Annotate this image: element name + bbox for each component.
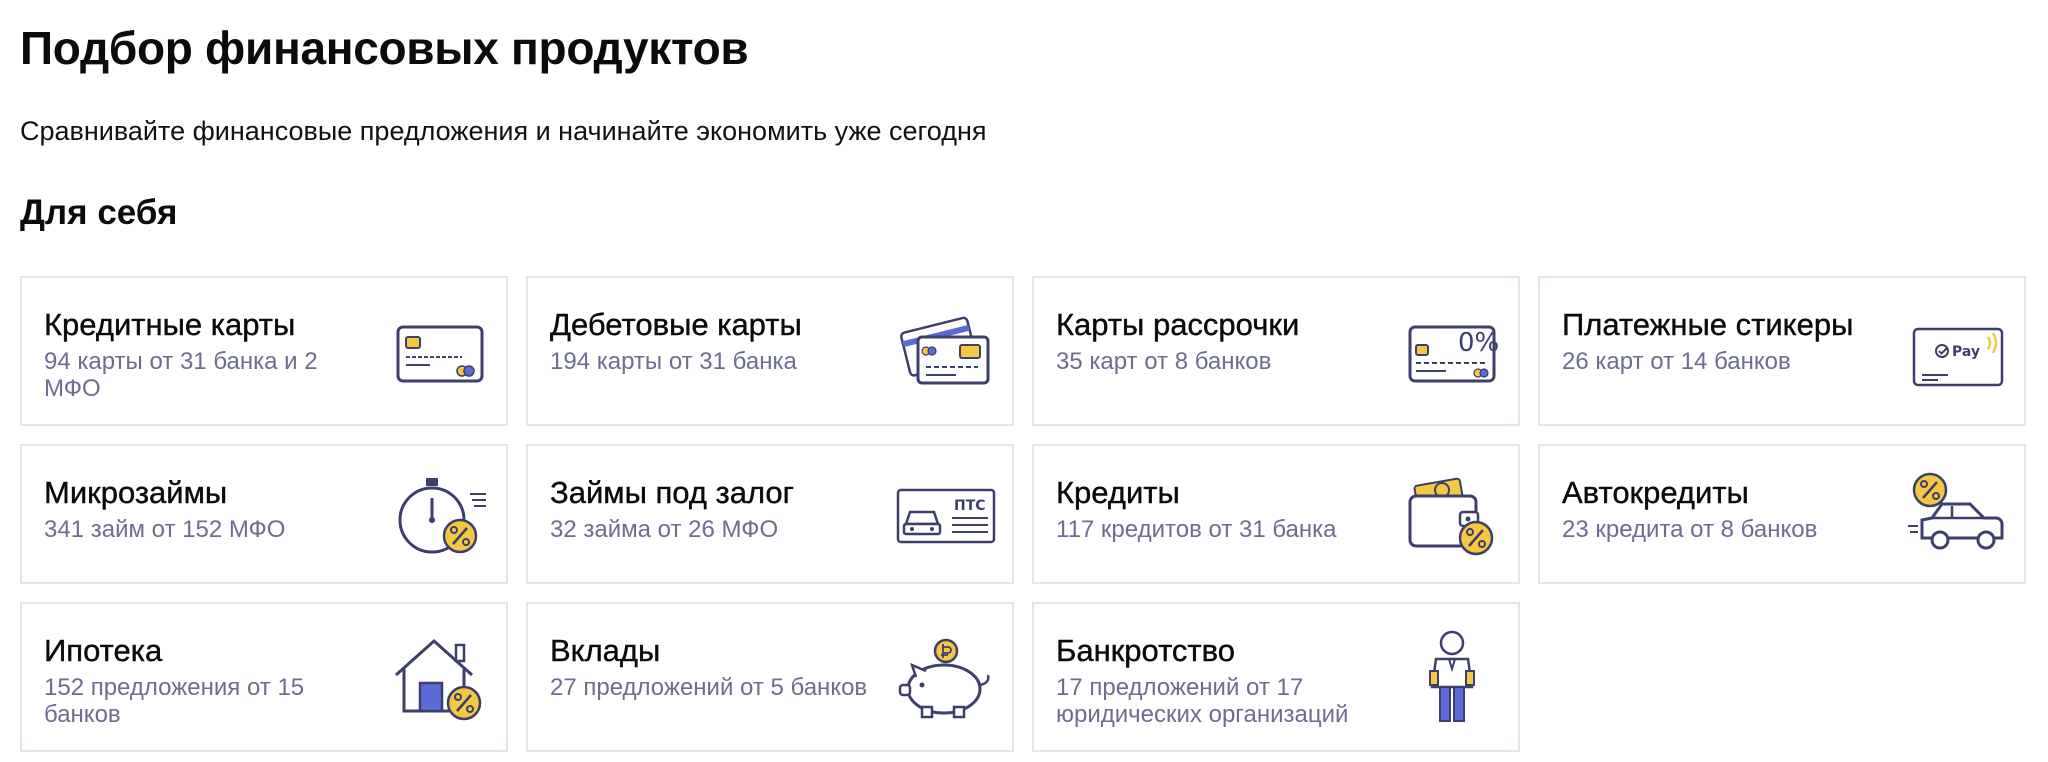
card-title: Займы под залог	[550, 475, 794, 510]
card-payment-stickers[interactable]: Платежные стикеры 26 карт от 14 банков P…	[1538, 276, 2026, 426]
card-description: 32 займа от 26 МФО	[550, 516, 779, 543]
card-title: Ипотека	[44, 633, 163, 668]
card-title: Дебетовые карты	[550, 307, 802, 342]
card-description: 27 предложений от 5 банков	[550, 674, 868, 701]
card-microloans[interactable]: Микрозаймы 341 займ от 152 МФО	[20, 444, 508, 584]
card-description: 35 карт от 8 банков	[1056, 348, 1272, 375]
card-title: Платежные стикеры	[1562, 307, 1854, 342]
card-title: Кредиты	[1056, 475, 1180, 510]
card-credit-cards[interactable]: Кредитные карты 94 карты от 31 банка и 2…	[20, 276, 508, 426]
card-title: Микрозаймы	[44, 475, 228, 510]
card-description: 152 предложения от 15 банков	[44, 674, 305, 728]
card-credits[interactable]: Кредиты 117 кредитов от 31 банка	[1032, 444, 1520, 584]
card-bankruptcy[interactable]: Банкротство 17 предложений от 17 юридиче…	[1032, 602, 1520, 752]
card-mortgage[interactable]: Ипотека 152 предложения от 15 банков	[20, 602, 508, 752]
card-description: 26 карт от 14 банков	[1562, 348, 1791, 375]
card-debit-cards[interactable]: Дебетовые карты 194 карты от 31 банка	[526, 276, 1014, 426]
stopwatch-percent-icon	[390, 464, 490, 564]
section-title: Для себя	[20, 193, 178, 232]
card-description: 194 карты от 31 банка	[550, 348, 797, 375]
card-title: Вклады	[550, 633, 661, 668]
installment-zero-percent: 0%	[1458, 328, 1499, 358]
house-percent-icon	[390, 627, 490, 727]
card-title: Карты рассрочки	[1056, 307, 1300, 342]
bankrupt-person-icon	[1402, 627, 1502, 727]
card-description: 341 займ от 152 МФО	[44, 516, 286, 543]
card-secured-loans[interactable]: Займы под залог 32 займа от 26 МФО ПТС	[526, 444, 1014, 584]
pts-label: ПТС	[954, 498, 986, 514]
card-description: 17 предложений от 17 юридических организ…	[1056, 674, 1349, 728]
card-installment-cards[interactable]: Карты рассрочки 35 карт от 8 банков 0%	[1032, 276, 1520, 426]
card-description: 117 кредитов от 31 банка	[1056, 516, 1337, 543]
debit-cards-icon	[896, 301, 996, 401]
card-car-loans[interactable]: Автокредиты 23 кредита от 8 банков	[1538, 444, 2026, 584]
installment-card-icon: 0%	[1402, 301, 1502, 401]
piggy-bank-icon	[896, 627, 996, 727]
card-deposits[interactable]: Вклады 27 предложений от 5 банков	[526, 602, 1014, 752]
card-title: Автокредиты	[1562, 475, 1749, 510]
card-title: Кредитные карты	[44, 307, 296, 342]
page-subtitle: Сравнивайте финансовые предложения и нач…	[20, 116, 987, 146]
page-title: Подбор финансовых продуктов	[20, 22, 749, 74]
car-percent-icon	[1908, 464, 2008, 564]
sticker-pay-label: Pay	[1952, 344, 1980, 360]
credit-card-icon	[390, 301, 490, 401]
payment-sticker-icon: Pay	[1908, 301, 2008, 401]
card-description: 94 карты от 31 банка и 2 МФО	[44, 348, 318, 402]
wallet-percent-icon	[1402, 464, 1502, 564]
card-title: Банкротство	[1056, 633, 1235, 668]
vehicle-passport-icon: ПТС	[896, 464, 996, 564]
card-description: 23 кредита от 8 банков	[1562, 516, 1818, 543]
